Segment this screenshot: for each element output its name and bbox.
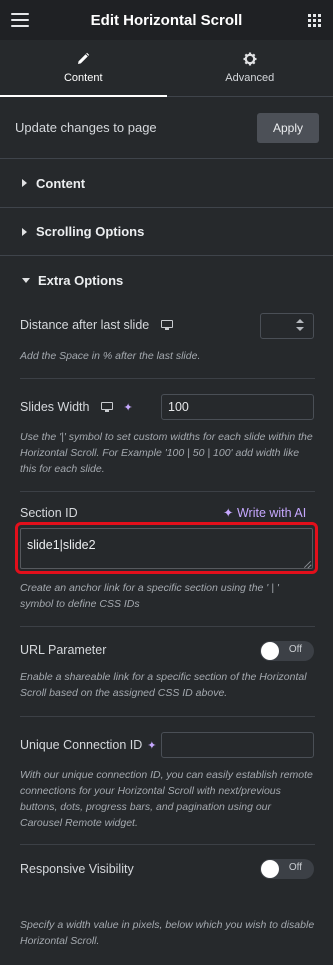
monitor-icon[interactable] bbox=[101, 402, 114, 412]
distance-number-input[interactable] bbox=[260, 313, 314, 339]
caret-down-icon bbox=[22, 277, 30, 283]
panel-tabs: Content Advanced bbox=[0, 40, 333, 97]
url-parameter-toggle[interactable]: Off bbox=[260, 641, 314, 661]
ai-sparkle-icon: ✦ bbox=[223, 506, 234, 520]
hamburger-icon[interactable] bbox=[11, 13, 29, 27]
ai-sparkle-icon[interactable]: ✦ bbox=[147, 739, 156, 752]
toggle-knob bbox=[261, 642, 279, 660]
editor-header: Edit Horizontal Scroll bbox=[0, 0, 333, 40]
tab-advanced[interactable]: Advanced bbox=[167, 40, 333, 96]
slides-width-input[interactable]: 100 bbox=[161, 394, 314, 420]
resize-handle-icon[interactable] bbox=[303, 560, 311, 568]
section-id-highlight: slide1|slide2 bbox=[15, 522, 318, 574]
toggle-knob bbox=[261, 860, 279, 878]
responsive-visibility-description: Specify a width value in pixels, below w… bbox=[20, 919, 315, 947]
tab-content[interactable]: Content bbox=[0, 40, 167, 97]
section-id-description: Create an anchor link for a specific sec… bbox=[20, 582, 279, 610]
distance-description: Add the Space in % after the last slide. bbox=[20, 350, 201, 362]
toggle-state-label: Off bbox=[288, 644, 302, 655]
divider bbox=[20, 716, 315, 717]
responsive-visibility-toggle[interactable]: Off bbox=[260, 859, 314, 879]
section-content-title: Content bbox=[36, 175, 86, 191]
monitor-icon[interactable] bbox=[161, 320, 174, 330]
pencil-icon bbox=[78, 52, 90, 64]
responsive-visibility-label: Responsive Visibility bbox=[20, 862, 134, 876]
divider bbox=[20, 626, 315, 627]
update-changes-text: Update changes to page bbox=[15, 120, 157, 135]
divider bbox=[20, 378, 315, 379]
section-scrolling-options-header[interactable]: Scrolling Options bbox=[0, 208, 333, 255]
chevron-up-icon[interactable] bbox=[296, 319, 304, 323]
slides-width-description: Use the '|' symbol to set custom widths … bbox=[20, 431, 313, 475]
toggle-state-label: Off bbox=[288, 862, 302, 873]
unique-connection-input[interactable] bbox=[161, 732, 314, 758]
caret-right-icon bbox=[22, 227, 27, 236]
divider bbox=[20, 491, 315, 492]
responsive-visibility-label-row: Responsive Visibility bbox=[20, 862, 134, 876]
write-with-ai-label: Write with AI bbox=[236, 506, 307, 520]
section-id-label: Section ID bbox=[20, 506, 78, 520]
tab-advanced-label: Advanced bbox=[225, 72, 275, 84]
ai-sparkle-icon[interactable]: ✦ bbox=[123, 401, 132, 414]
unique-connection-description: With our unique connection ID, you can e… bbox=[20, 769, 313, 829]
distance-label: Distance after last slide bbox=[20, 318, 150, 332]
slides-width-label-row: Slides Width ✦ bbox=[20, 400, 133, 414]
caret-right-icon bbox=[22, 179, 27, 187]
tab-content-label: Content bbox=[63, 72, 103, 84]
panel-title: Edit Horizontal Scroll bbox=[90, 11, 243, 29]
section-content-header[interactable]: Content bbox=[0, 159, 333, 207]
apply-button[interactable]: Apply bbox=[257, 112, 319, 143]
number-spinner[interactable] bbox=[295, 318, 305, 334]
write-with-ai-button[interactable]: ✦ Write with AI bbox=[223, 505, 306, 520]
section-extra-options-title: Extra Options bbox=[38, 272, 124, 288]
chevron-down-icon[interactable] bbox=[296, 327, 304, 331]
section-extra-options-header[interactable]: Extra Options bbox=[0, 256, 333, 304]
url-parameter-description: Enable a shareable link for a specific s… bbox=[20, 671, 307, 699]
unique-connection-label: Unique Connection ID bbox=[20, 738, 143, 752]
grid-icon[interactable] bbox=[308, 14, 321, 27]
slides-width-label: Slides Width bbox=[20, 400, 90, 414]
unique-connection-label-row: Unique Connection ID ✦ bbox=[20, 738, 157, 752]
divider bbox=[20, 844, 315, 845]
distance-label-row: Distance after last slide bbox=[20, 318, 174, 332]
update-changes-bar: Update changes to page Apply bbox=[0, 97, 333, 159]
url-parameter-label-row: URL Parameter bbox=[20, 643, 106, 657]
section-id-textarea[interactable]: slide1|slide2 bbox=[20, 528, 313, 569]
section-id-label-row: Section ID bbox=[20, 506, 78, 520]
section-scrolling-options-title: Scrolling Options bbox=[36, 224, 145, 239]
url-parameter-label: URL Parameter bbox=[20, 643, 107, 657]
gear-icon bbox=[243, 52, 257, 66]
